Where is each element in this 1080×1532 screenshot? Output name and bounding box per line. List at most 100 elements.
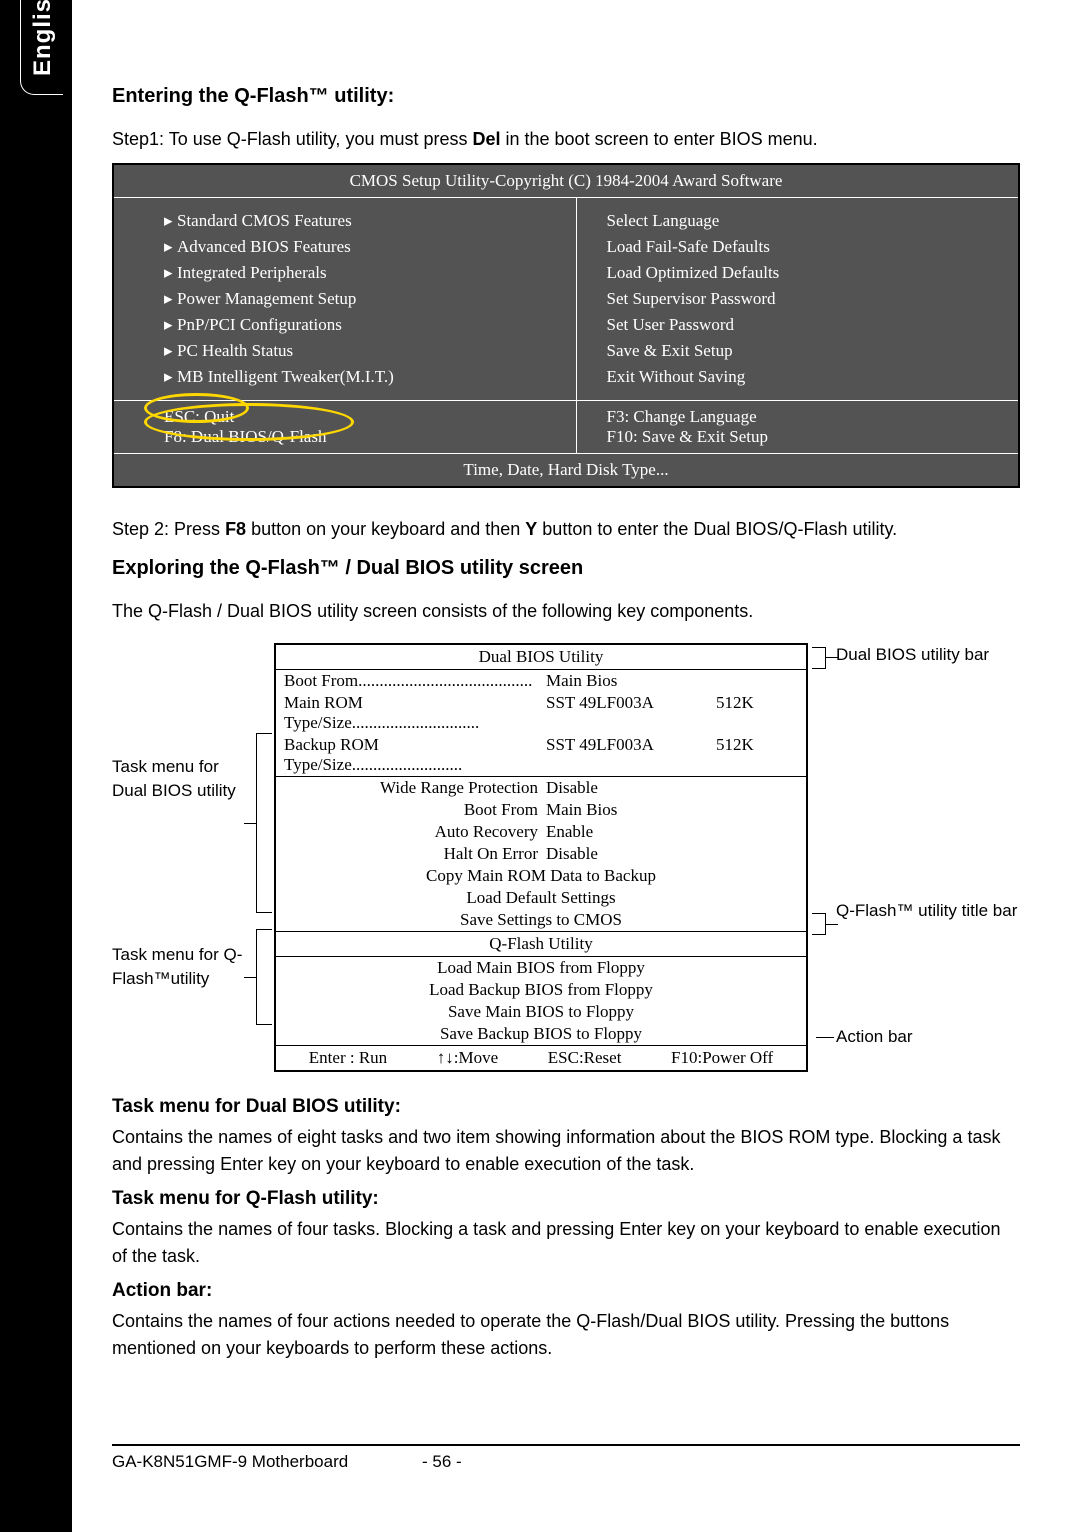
label: Boot From xyxy=(276,800,546,820)
desc-action-bar: Contains the names of four actions neede… xyxy=(112,1308,1020,1362)
triangle-icon: ▸ xyxy=(164,315,177,335)
heading-qflash-task-menu: Task menu for Q-Flash utility: xyxy=(112,1188,1020,1210)
label: Boot From...............................… xyxy=(284,671,532,690)
action-f10: F10:Power Off xyxy=(671,1048,773,1068)
triangle-icon: ▸ xyxy=(164,289,177,309)
dualbios-figure: Task menu for Dual BIOS utility Task men… xyxy=(112,643,1020,1072)
menu-item[interactable]: ▸Standard CMOS Features xyxy=(164,208,576,234)
menu-item[interactable]: ▸Advanced BIOS Features xyxy=(164,234,576,260)
command-item[interactable]: Load Default Settings xyxy=(276,887,806,909)
label: Standard CMOS Features xyxy=(177,211,352,230)
product-name: GA-K8N51GMF-9 Motherboard xyxy=(112,1452,422,1472)
action-esc: ESC:Reset xyxy=(548,1048,622,1068)
cmos-setup-screen: CMOS Setup Utility-Copyright (C) 1984-20… xyxy=(112,163,1020,488)
text: Step 2: Press xyxy=(112,519,225,539)
key-del: Del xyxy=(472,129,500,149)
page-number: - 56 - xyxy=(422,1452,482,1472)
value: 512K xyxy=(676,693,806,733)
intro-text: The Q-Flash / Dual BIOS utility screen c… xyxy=(112,598,1020,625)
callout-action-bar: Action bar xyxy=(836,1027,913,1047)
hint-f8: F8: Dual BIOS/Q-Flash xyxy=(164,427,576,447)
cmos-title: CMOS Setup Utility-Copyright (C) 1984-20… xyxy=(114,165,1018,198)
label: Power Management Setup xyxy=(177,289,356,308)
setting-row[interactable]: Auto RecoveryEnable xyxy=(276,821,806,843)
menu-item[interactable]: ▸Integrated Peripherals xyxy=(164,260,576,286)
action-bar: Enter : Run ↑↓:Move ESC:Reset F10:Power … xyxy=(276,1045,806,1070)
triangle-icon: ▸ xyxy=(164,263,177,283)
language-tab: English xyxy=(20,0,63,95)
bracket-icon xyxy=(256,929,272,1025)
setting-row[interactable]: Wide Range ProtectionDisable xyxy=(276,777,806,799)
qflash-item[interactable]: Save Main BIOS to Floppy xyxy=(276,1001,806,1023)
menu-item[interactable]: Select Language xyxy=(607,208,1019,234)
text: Step1: To use Q-Flash utility, you must … xyxy=(112,129,472,149)
callout-qflash-task-menu: Task menu for Q-Flash™utility xyxy=(112,943,252,991)
value: Main Bios xyxy=(546,671,676,691)
menu-item[interactable]: ▸Power Management Setup xyxy=(164,286,576,312)
bracket-icon xyxy=(812,647,826,669)
callout-line xyxy=(244,977,256,978)
heading-exploring-qflash: Exploring the Q-Flash™ / Dual BIOS utili… xyxy=(112,557,1020,580)
command-item[interactable]: Save Settings to CMOS xyxy=(276,909,806,931)
dualbios-utility-screen: Dual BIOS Utility Boot From.............… xyxy=(274,643,808,1072)
text: in the boot screen to enter BIOS menu. xyxy=(501,129,818,149)
label: PnP/PCI Configurations xyxy=(177,315,342,334)
menu-item[interactable]: Load Optimized Defaults xyxy=(607,260,1019,286)
side-stripe xyxy=(0,0,72,1532)
value: Main Bios xyxy=(546,800,676,820)
callout-line xyxy=(244,823,256,824)
label: Backup ROM Type/Size....................… xyxy=(284,735,462,774)
value: Disable xyxy=(546,778,676,798)
menu-item[interactable]: Load Fail-Safe Defaults xyxy=(607,234,1019,260)
qflash-item[interactable]: Load Main BIOS from Floppy xyxy=(276,957,806,979)
label: MB Intelligent Tweaker(M.I.T.) xyxy=(177,367,394,386)
label: Halt On Error xyxy=(276,844,546,864)
menu-item[interactable]: Set Supervisor Password xyxy=(607,286,1019,312)
action-enter: Enter : Run xyxy=(309,1048,387,1068)
label: Auto Recovery xyxy=(276,822,546,842)
cmos-help-line: Time, Date, Hard Disk Type... xyxy=(114,454,1018,486)
hint-f3: F3: Change Language xyxy=(607,407,1019,427)
callout-dualbios-utility-bar: Dual BIOS utility bar xyxy=(836,645,989,665)
label: PC Health Status xyxy=(177,341,293,360)
menu-item[interactable]: Save & Exit Setup xyxy=(607,338,1019,364)
step1-text: Step1: To use Q-Flash utility, you must … xyxy=(112,126,1020,153)
heading-dualbios-task-menu: Task menu for Dual BIOS utility: xyxy=(112,1096,1020,1118)
triangle-icon: ▸ xyxy=(164,367,177,387)
hint-esc: ESC: Quit xyxy=(164,407,576,427)
heading-action-bar: Action bar: xyxy=(112,1280,1020,1302)
value: Disable xyxy=(546,844,676,864)
triangle-icon: ▸ xyxy=(164,341,177,361)
label: Integrated Peripherals xyxy=(177,263,327,282)
qflash-item[interactable]: Save Backup BIOS to Floppy xyxy=(276,1023,806,1045)
label: Wide Range Protection xyxy=(276,778,546,798)
value: SST 49LF003A xyxy=(546,693,676,733)
command-item[interactable]: Copy Main ROM Data to Backup xyxy=(276,865,806,887)
heading-entering-qflash: Entering the Q-Flash™ utility: xyxy=(112,85,1020,108)
desc-dualbios: Contains the names of eight tasks and tw… xyxy=(112,1124,1020,1178)
qflash-utility-title: Q-Flash Utility xyxy=(276,931,806,956)
value: SST 49LF003A xyxy=(546,735,676,775)
callout-dualbios-task-menu: Task menu for Dual BIOS utility xyxy=(112,755,252,803)
menu-item[interactable]: Set User Password xyxy=(607,312,1019,338)
setting-row[interactable]: Halt On ErrorDisable xyxy=(276,843,806,865)
text: button to enter the Dual BIOS/Q-Flash ut… xyxy=(537,519,897,539)
triangle-icon: ▸ xyxy=(164,211,177,231)
menu-item[interactable]: ▸PnP/PCI Configurations xyxy=(164,312,576,338)
page-footer: GA-K8N51GMF-9 Motherboard - 56 - xyxy=(112,1444,1020,1472)
bracket-icon xyxy=(256,733,272,913)
desc-qflash: Contains the names of four tasks. Blocki… xyxy=(112,1216,1020,1270)
dualbios-title: Dual BIOS Utility xyxy=(276,645,806,669)
value: 512K xyxy=(676,735,806,775)
menu-item[interactable]: ▸PC Health Status xyxy=(164,338,576,364)
page-content: Entering the Q-Flash™ utility: Step1: To… xyxy=(112,85,1020,1372)
setting-row[interactable]: Boot FromMain Bios xyxy=(276,799,806,821)
action-move: ↑↓:Move xyxy=(437,1048,498,1068)
text: button on your keyboard and then xyxy=(246,519,525,539)
menu-item[interactable]: ▸MB Intelligent Tweaker(M.I.T.) xyxy=(164,364,576,390)
qflash-item[interactable]: Load Backup BIOS from Floppy xyxy=(276,979,806,1001)
value: Enable xyxy=(546,822,676,842)
key-y: Y xyxy=(525,519,537,539)
step2-text: Step 2: Press F8 button on your keyboard… xyxy=(112,516,1020,543)
menu-item[interactable]: Exit Without Saving xyxy=(607,364,1019,390)
